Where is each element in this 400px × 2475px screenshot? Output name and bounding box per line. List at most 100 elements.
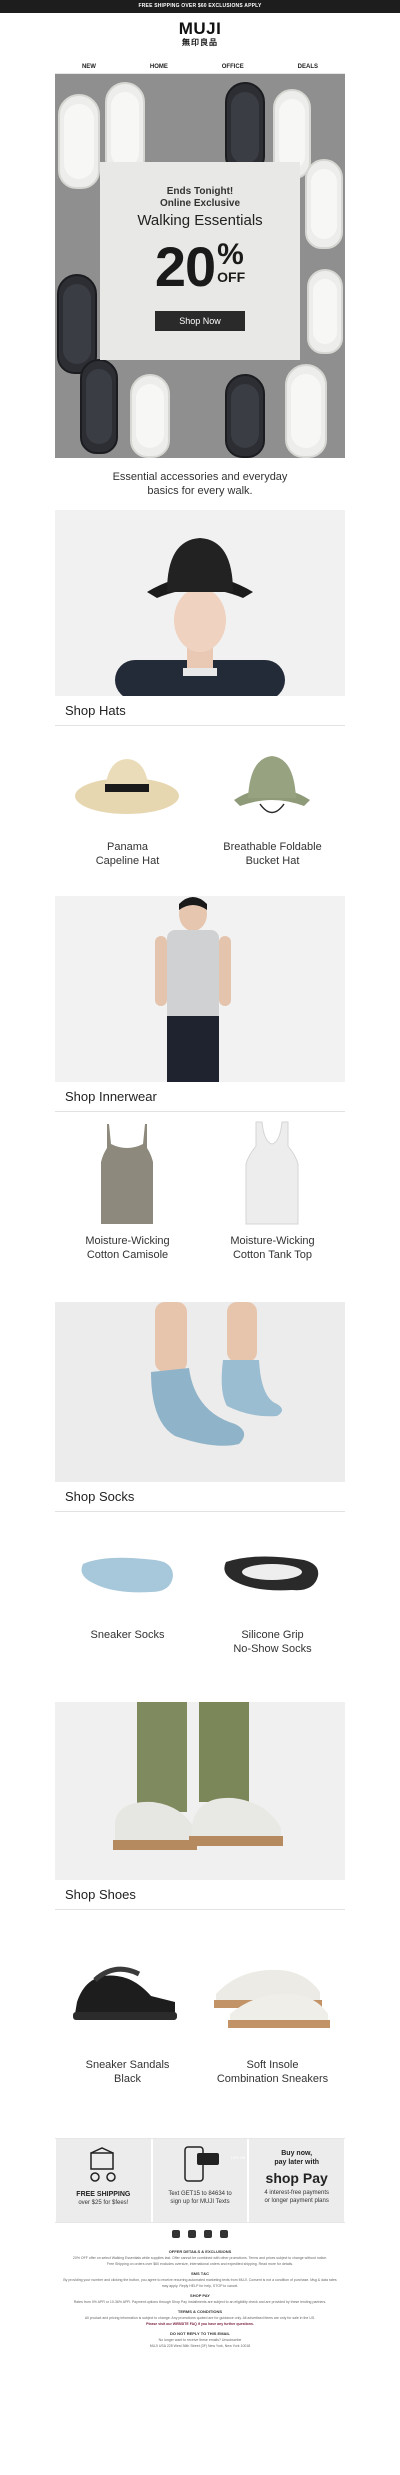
- product-card[interactable]: Moisture-Wicking Cotton Camisole: [55, 1112, 200, 1302]
- intro-line-2: basics for every walk.: [147, 485, 253, 497]
- email-body: MUJI 無印良品 NEW HOME OFFICE DEALS Ends Ton…: [55, 13, 345, 2349]
- product-card[interactable]: Breathable Foldable Bucket Hat: [200, 726, 345, 896]
- free-shipping-text: over $25 for $fees!: [78, 2200, 129, 2206]
- product-name-line: Cotton Tank Top: [232, 1249, 313, 1261]
- product-name-line: Cotton Camisole: [86, 1249, 169, 1261]
- website-faq-link[interactable]: Please visit our WEBSITE FAQ if you have…: [61, 2321, 339, 2327]
- fine-paragraph: Rates from 0% APR or 10-36% APR. Payment…: [73, 2300, 327, 2304]
- nav-deals[interactable]: DEALS: [298, 60, 318, 73]
- model-hat-illustration: [115, 538, 285, 696]
- social-links: [55, 2223, 345, 2245]
- fine-paragraph: By providing your number and clicking th…: [63, 2278, 337, 2288]
- tiktok-icon[interactable]: [204, 2230, 212, 2238]
- product-card[interactable]: Soft Insole Combination Sneakers: [200, 1910, 345, 2138]
- brand-logo[interactable]: MUJI 無印良品: [55, 13, 345, 60]
- section-title-innerwear[interactable]: Shop Innerwear: [55, 1082, 345, 1112]
- hats-lifestyle-image[interactable]: [55, 510, 345, 696]
- nav-new[interactable]: NEW: [82, 60, 96, 73]
- nav-home[interactable]: HOME: [150, 60, 168, 73]
- white-sneaker-image: [307, 269, 343, 354]
- section-title-socks[interactable]: Shop Socks: [55, 1482, 345, 1512]
- features-bar: FREE SHIPPING over $25 for $fees! 15% Of…: [55, 2138, 345, 2223]
- pay-title-1: Buy now,: [281, 2150, 313, 2157]
- off-label: OFF: [217, 269, 246, 285]
- section-title-shoes[interactable]: Shop Shoes: [55, 1880, 345, 1910]
- product-name-line: Combination Sneakers: [216, 2073, 329, 2085]
- camisole-image: [101, 1124, 153, 1224]
- innerwear-lifestyle-image[interactable]: [55, 896, 345, 1082]
- fine-print: OFFER DETAILS & EXCLUSIONS 20% OFF offer…: [55, 2249, 345, 2349]
- product-label: Sneaker Socks: [55, 1628, 200, 1642]
- pay-text-1: 4 interest-free payments: [264, 2190, 330, 2196]
- hero-discount: 20 % OFF: [100, 237, 300, 299]
- white-sneaker-image: [285, 364, 327, 458]
- free-shipping-tile[interactable]: FREE SHIPPING over $25 for $fees!: [56, 2139, 151, 2222]
- product-label: Panama Capeline Hat: [55, 840, 200, 868]
- model-socks-illustration: [151, 1302, 282, 1446]
- product-name-line: Panama: [107, 841, 148, 853]
- shop-pay-logo: shop Pay: [265, 2170, 328, 2186]
- discount-number: 20: [154, 235, 216, 298]
- socks-lifestyle-image[interactable]: [55, 1302, 345, 1482]
- product-name-line: Breathable Foldable: [223, 841, 322, 853]
- shipping-banner[interactable]: FREE SHIPPING OVER $60 EXCLUSIONS APPLY: [0, 0, 400, 13]
- hero-kicker-2: Online Exclusive: [159, 198, 241, 209]
- tank-top-image: [245, 1121, 299, 1225]
- instagram-icon[interactable]: [188, 2230, 196, 2238]
- black-sneaker-image: [80, 359, 118, 454]
- nav-office[interactable]: OFFICE: [222, 60, 244, 73]
- product-label: Soft Insole Combination Sneakers: [200, 2058, 345, 2086]
- innerwear-products: Moisture-Wicking Cotton Camisole Moistur…: [55, 1112, 345, 1302]
- socks-products: Sneaker Socks Silicone Grip No-Show Sock…: [55, 1512, 345, 1702]
- product-label: Breathable Foldable Bucket Hat: [200, 840, 345, 868]
- free-shipping-title: FREE SHIPPING: [76, 2191, 131, 2198]
- black-sneaker-image: [57, 274, 97, 374]
- product-name-line: Capeline Hat: [95, 855, 160, 867]
- text-signup-tile[interactable]: 15% Off Text GET15 to 84634 to sign up f…: [152, 2139, 248, 2222]
- combination-sneakers-image: [214, 1969, 330, 2028]
- product-label: Sneaker Sandals Black: [55, 2058, 200, 2086]
- shoes-products: Sneaker Sandals Black Soft Insole Combin…: [55, 1910, 345, 2138]
- fine-paragraph: Free Shipping on orders over $60 exclude…: [106, 2262, 294, 2266]
- pay-text-2: or longer payment plans: [264, 2198, 329, 2204]
- shop-pay-tile[interactable]: Buy now, pay later with shop Pay 4 inter…: [249, 2139, 345, 2222]
- panama-hat-image: [75, 759, 179, 814]
- logo-wordmark: MUJI: [178, 19, 222, 38]
- hero-banner[interactable]: Ends Tonight! Online Exclusive Walking E…: [55, 74, 345, 458]
- white-sneaker-image: [58, 94, 100, 189]
- hats-products: Panama Capeline Hat Breathable Foldable …: [55, 726, 345, 896]
- product-name-line: Sneaker Socks: [90, 1629, 165, 1641]
- product-name-line: Sneaker Sandals: [85, 2059, 170, 2071]
- hero-kicker-1: Ends Tonight!: [166, 186, 234, 197]
- text-line-1: Text GET15 to 84634 to: [168, 2191, 232, 2197]
- x-icon[interactable]: [220, 2230, 228, 2238]
- black-sneaker-image: [225, 374, 265, 458]
- black-sneaker-image: [225, 82, 265, 174]
- product-card[interactable]: Silicone Grip No-Show Socks: [200, 1512, 345, 1702]
- sneaker-socks-image: [81, 1557, 173, 1593]
- no-show-socks-image: [224, 1556, 319, 1591]
- product-name-line: Moisture-Wicking: [230, 1235, 315, 1247]
- product-label: Silicone Grip No-Show Socks: [200, 1628, 345, 1656]
- phone-icon: [184, 2146, 219, 2182]
- product-name-line: Moisture-Wicking: [85, 1235, 170, 1247]
- model-shoes-illustration: [113, 1702, 283, 1850]
- sneaker-sandals-image: [73, 1966, 177, 2020]
- shoes-lifestyle-image[interactable]: [55, 1702, 345, 1880]
- white-sneaker-image: [130, 374, 170, 458]
- product-card[interactable]: Moisture-Wicking Cotton Tank Top: [200, 1112, 345, 1302]
- facebook-icon[interactable]: [172, 2230, 180, 2238]
- bucket-hat-image: [234, 756, 310, 814]
- shipping-box-icon: [90, 2147, 117, 2182]
- section-title-hats[interactable]: Shop Hats: [55, 696, 345, 726]
- product-card[interactable]: Panama Capeline Hat: [55, 726, 200, 896]
- model-tanktop-illustration: [155, 897, 231, 1082]
- hero-title: Walking Essentials: [137, 212, 263, 229]
- shop-now-button[interactable]: Shop Now: [155, 311, 245, 331]
- hero-offer-card: Ends Tonight! Online Exclusive Walking E…: [100, 162, 300, 360]
- product-card[interactable]: Sneaker Socks: [55, 1512, 200, 1702]
- product-name-line: No-Show Socks: [233, 1643, 312, 1655]
- top-nav: NEW HOME OFFICE DEALS: [55, 60, 345, 74]
- product-name-line: Silicone Grip: [241, 1629, 304, 1641]
- product-card[interactable]: Sneaker Sandals Black: [55, 1910, 200, 2138]
